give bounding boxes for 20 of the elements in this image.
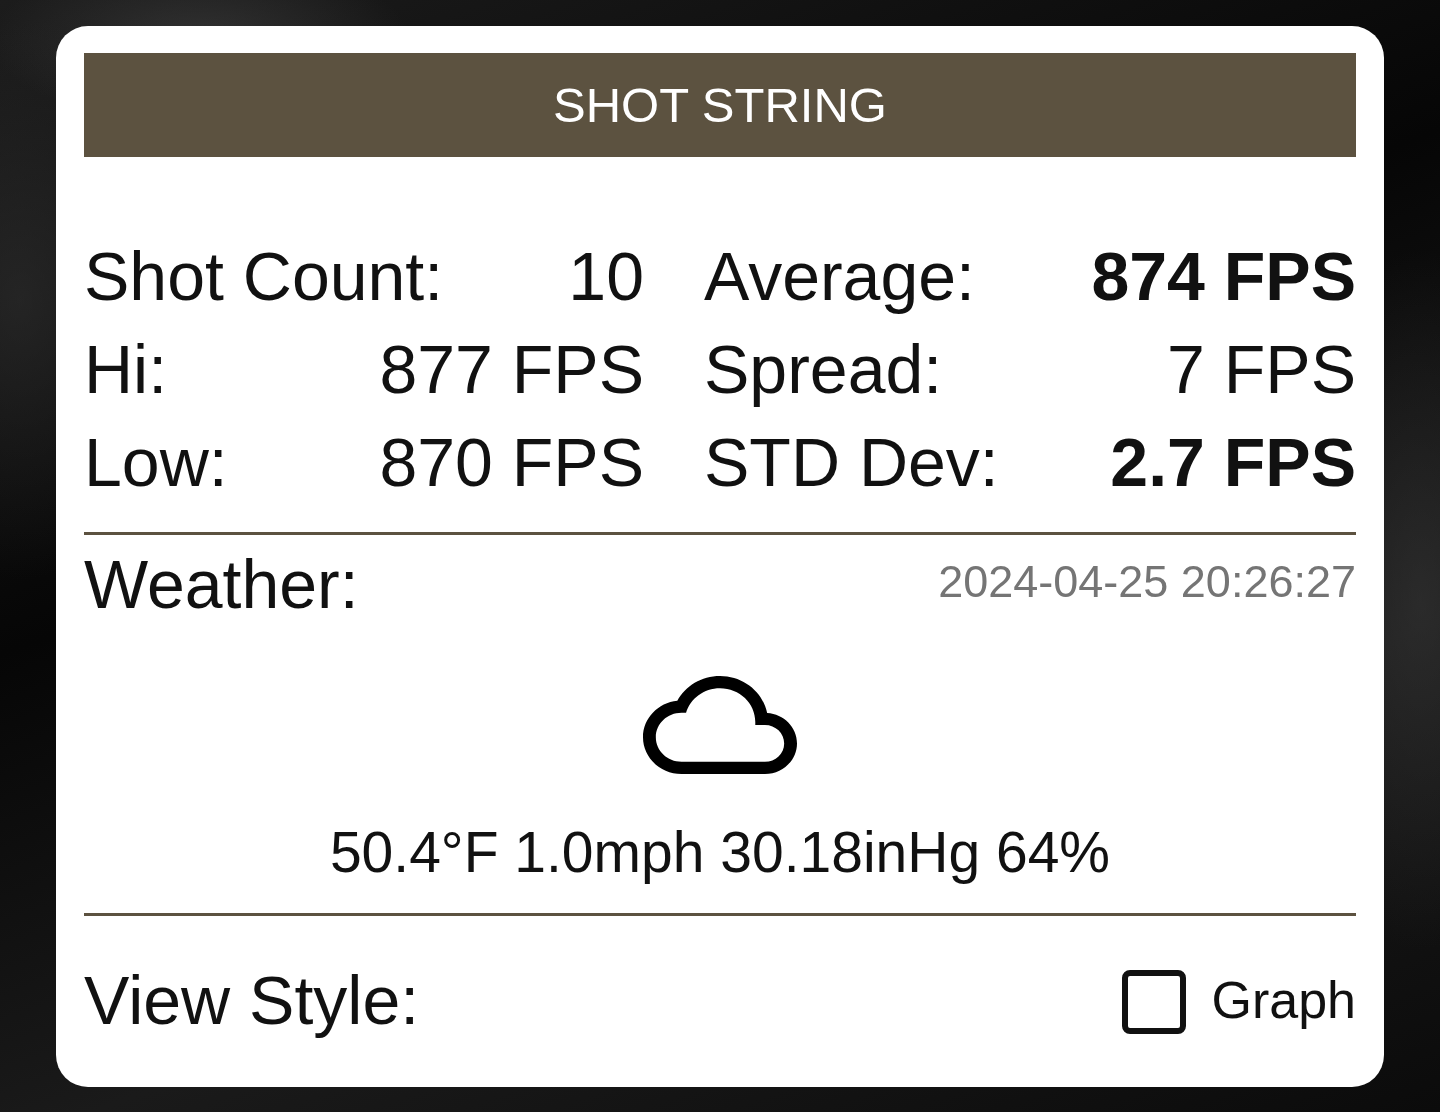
stat-label: STD Dev: bbox=[704, 423, 999, 502]
stat-value: 7 FPS bbox=[1167, 330, 1356, 409]
stat-label: Hi: bbox=[84, 330, 168, 409]
weather-summary: 50.4°F 1.0mph 30.18inHg 64% bbox=[329, 819, 1111, 886]
checkbox[interactable] bbox=[1122, 970, 1187, 1034]
stat-value: 874 FPS bbox=[1091, 237, 1356, 316]
checkbox-label[interactable]: Graph bbox=[1211, 968, 1356, 1032]
stat-value: 10 bbox=[568, 237, 644, 316]
stat-label: Average: bbox=[704, 237, 975, 316]
title-bar: SHOT STRING bbox=[84, 53, 1356, 157]
weather-label: Weather: bbox=[84, 545, 359, 624]
stat-value: 2.7 FPS bbox=[1110, 423, 1356, 502]
cloud-icon bbox=[643, 676, 797, 774]
stat-label: Low: bbox=[84, 423, 228, 502]
stat-label: Spread: bbox=[704, 330, 943, 409]
stat-label: Shot Count: bbox=[84, 237, 444, 316]
stat-value: 870 FPS bbox=[379, 423, 644, 502]
stat-value: 877 FPS bbox=[379, 330, 644, 409]
view-style-label: View Style: bbox=[84, 961, 420, 1040]
timestamp: 2024-04-25 20:26:27 bbox=[938, 555, 1356, 609]
